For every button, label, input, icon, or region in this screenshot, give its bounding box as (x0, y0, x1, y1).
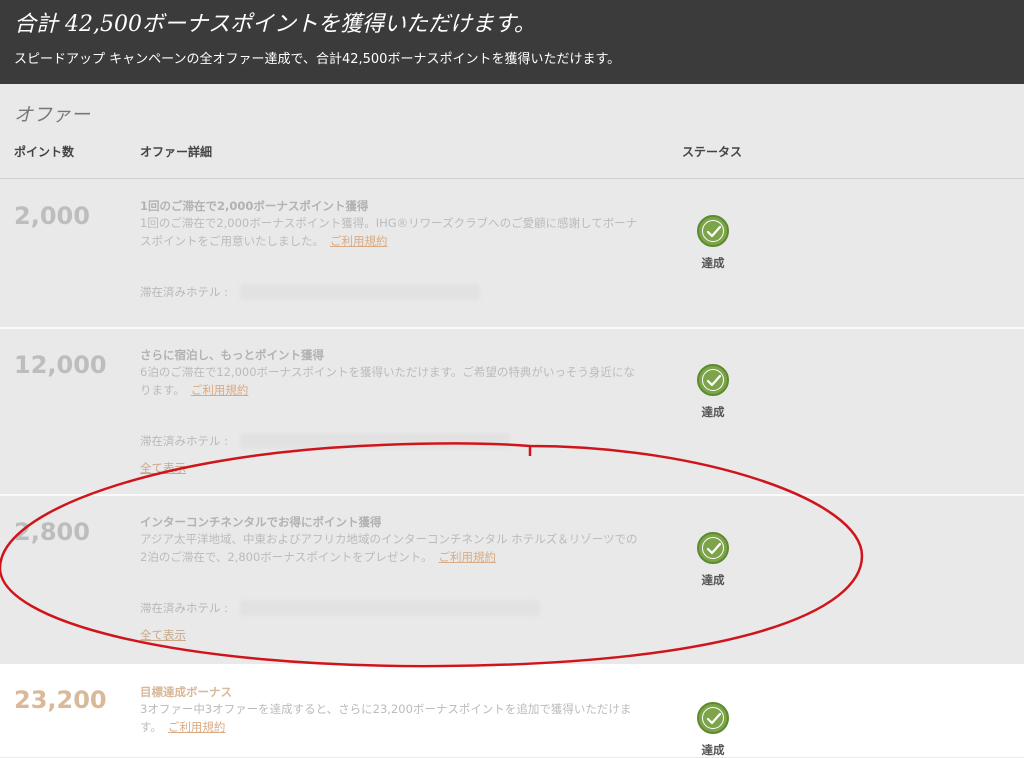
offer-status: 達成 (693, 364, 733, 420)
terms-link[interactable]: ご利用規約 (439, 550, 497, 564)
column-header-points: ポイント数 (14, 145, 75, 159)
offer-status: 達成 (693, 532, 733, 588)
bonus-description: 3オファー中3オファーを達成すると、さらに23,200ボーナスポイントを追加で獲… (140, 700, 640, 736)
status-label: 達成 (701, 405, 725, 419)
offer-description-text: 1回のご滞在で2,000ボーナスポイント獲得。IHG®リワーズクラブへのご愛顧に… (140, 216, 638, 248)
offer-row: 12,000 さらに宿泊し、もっとポイント獲得 6泊のご滞在で12,000ボーナ… (0, 329, 1024, 494)
offer-description: 6泊のご滞在で12,000ボーナスポイントを獲得いただけます。ご希望の特典がいっ… (140, 363, 640, 399)
show-all-link[interactable]: 全て表示 (140, 627, 186, 643)
bonus-title: 目標達成ボーナス (140, 685, 232, 699)
status-label: 達成 (701, 743, 725, 757)
checkmark-circle-icon (697, 702, 729, 734)
offer-row: 2,000 1回のご滞在で2,000ボーナスポイント獲得 1回のご滞在で2,00… (0, 180, 1024, 327)
banner-title: 合計 42,500ボーナスポイントを獲得いただけます。 (14, 12, 536, 37)
stayed-hotel-label: 滞在済みホテル : (140, 601, 229, 615)
banner-subtitle: スピードアップ キャンペーンの全オファー達成で、合計42,500ボーナスポイント… (14, 52, 621, 67)
offers-section-title: オファー (14, 104, 91, 126)
bonus-points: 23,200 (14, 686, 107, 714)
terms-link[interactable]: ご利用規約 (330, 234, 388, 248)
offer-title: インターコンチネンタルでお得にポイント獲得 (140, 515, 382, 529)
redacted-hotel-name (240, 433, 510, 449)
offer-points: 12,000 (14, 351, 107, 379)
bonus-offer-row: 23,200 目標達成ボーナス 3オファー中3オファーを達成すると、さらに23,… (0, 664, 1024, 757)
offer-description-text: アジア太平洋地域、中東およびアフリカ地域のインターコンチネンタル ホテルズ＆リゾ… (140, 532, 638, 564)
campaign-banner: 合計 42,500ボーナスポイントを獲得いただけます。 スピードアップ キャンペ… (0, 0, 1024, 84)
terms-link[interactable]: ご利用規約 (168, 720, 226, 734)
checkmark-circle-icon (697, 215, 729, 247)
column-header-details: オファー詳細 (140, 145, 213, 159)
offer-row: 2,800 インターコンチネンタルでお得にポイント獲得 アジア太平洋地域、中東お… (0, 496, 1024, 663)
offer-description: アジア太平洋地域、中東およびアフリカ地域のインターコンチネンタル ホテルズ＆リゾ… (140, 530, 640, 566)
offer-points: 2,800 (14, 518, 90, 546)
offer-description: 1回のご滞在で2,000ボーナスポイント獲得。IHG®リワーズクラブへのご愛顧に… (140, 214, 640, 250)
column-header-status: ステータス (682, 145, 743, 159)
show-all-link[interactable]: 全て表示 (140, 460, 186, 476)
checkmark-circle-icon (697, 364, 729, 396)
offer-title: 1回のご滞在で2,000ボーナスポイント獲得 (140, 199, 369, 213)
redacted-hotel-name (240, 600, 540, 616)
checkmark-circle-icon (697, 532, 729, 564)
bonus-status: 達成 (693, 702, 733, 758)
status-label: 達成 (701, 256, 725, 270)
stayed-hotel-label: 滞在済みホテル : (140, 434, 229, 448)
offer-points: 2,000 (14, 202, 90, 230)
stayed-hotel-label: 滞在済みホテル : (140, 285, 229, 299)
redacted-hotel-name (240, 284, 480, 300)
terms-link[interactable]: ご利用規約 (191, 383, 249, 397)
offer-title: さらに宿泊し、もっとポイント獲得 (140, 348, 324, 362)
status-label: 達成 (701, 573, 725, 587)
offer-status: 達成 (693, 215, 733, 271)
header-divider (0, 178, 1024, 179)
